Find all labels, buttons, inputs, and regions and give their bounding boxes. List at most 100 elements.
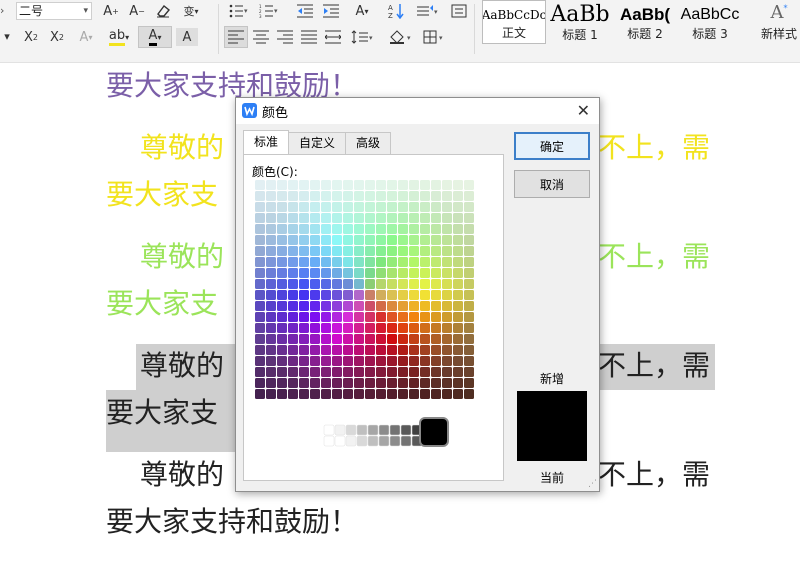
gray-swatch[interactable] [400,424,412,436]
color-swatch[interactable] [387,224,397,234]
color-swatch[interactable] [365,224,375,234]
color-swatch[interactable] [332,356,342,366]
color-swatch[interactable] [420,257,430,267]
color-swatch[interactable] [321,345,331,355]
gray-swatch[interactable] [334,424,346,436]
color-swatch[interactable] [409,180,419,190]
color-swatch[interactable] [299,202,309,212]
color-swatch[interactable] [409,191,419,201]
color-swatch[interactable] [365,202,375,212]
color-swatch[interactable] [453,268,463,278]
color-swatch[interactable] [288,389,298,399]
color-swatch[interactable] [431,389,441,399]
color-swatch[interactable] [288,213,298,223]
color-swatch[interactable] [321,213,331,223]
color-swatch[interactable] [464,235,474,245]
color-swatch[interactable] [288,268,298,278]
color-swatch[interactable] [299,180,309,190]
borders-icon[interactable]: ▾ [420,28,450,46]
color-swatch[interactable] [288,312,298,322]
color-swatch[interactable] [365,301,375,311]
color-swatch[interactable] [354,180,364,190]
color-swatch[interactable] [398,235,408,245]
color-swatch[interactable] [255,356,265,366]
color-swatch[interactable] [420,378,430,388]
color-swatch[interactable] [310,312,320,322]
color-swatch[interactable] [453,279,463,289]
color-swatch[interactable] [398,323,408,333]
color-swatch[interactable] [442,389,452,399]
color-swatch[interactable] [288,246,298,256]
color-swatch[interactable] [321,257,331,267]
gray-swatch[interactable] [367,424,379,436]
color-swatch[interactable] [464,389,474,399]
ok-button[interactable]: 确定 [514,132,590,160]
color-swatch[interactable] [354,334,364,344]
color-swatch[interactable] [343,191,353,201]
highlight-color-icon[interactable]: ab ▾ [104,28,134,46]
color-swatch[interactable] [398,334,408,344]
color-swatch[interactable] [365,323,375,333]
color-swatch[interactable] [376,323,386,333]
gray-swatch[interactable] [378,435,390,447]
color-swatch[interactable] [332,312,342,322]
color-swatch[interactable] [453,224,463,234]
shrink-font-icon[interactable]: A − [126,2,148,20]
color-swatch[interactable] [464,213,474,223]
color-swatch[interactable] [365,235,375,245]
color-swatch[interactable] [398,268,408,278]
color-swatch[interactable] [288,290,298,300]
color-swatch[interactable] [343,246,353,256]
color-swatch[interactable] [431,334,441,344]
color-swatch[interactable] [464,279,474,289]
color-swatch[interactable] [299,246,309,256]
color-swatch[interactable] [354,279,364,289]
color-swatch[interactable] [277,268,287,278]
color-swatch[interactable] [442,224,452,234]
color-swatch[interactable] [343,224,353,234]
color-swatch[interactable] [332,257,342,267]
color-swatch[interactable] [453,378,463,388]
color-swatch[interactable] [354,224,364,234]
align-left-icon[interactable] [224,26,248,48]
color-swatch[interactable] [310,356,320,366]
color-swatch[interactable] [255,323,265,333]
color-swatch[interactable] [464,356,474,366]
color-swatch[interactable] [420,301,430,311]
color-swatch[interactable] [398,312,408,322]
gray-swatch[interactable] [400,435,412,447]
color-swatch[interactable] [431,323,441,333]
color-swatch[interactable] [409,202,419,212]
color-swatch[interactable] [354,246,364,256]
color-swatch[interactable] [387,389,397,399]
color-swatch[interactable] [343,334,353,344]
tab-standard[interactable]: 标准 [243,130,290,154]
color-swatch[interactable] [299,334,309,344]
color-swatch[interactable] [431,202,441,212]
color-swatch[interactable] [321,367,331,377]
color-swatch[interactable] [277,367,287,377]
color-swatch[interactable] [398,180,408,190]
gray-swatch[interactable] [323,435,335,447]
color-swatch[interactable] [277,257,287,267]
color-swatch[interactable] [442,301,452,311]
color-swatch[interactable] [321,378,331,388]
color-swatch[interactable] [288,356,298,366]
color-swatch[interactable] [321,191,331,201]
color-swatch[interactable] [409,213,419,223]
color-swatch[interactable] [420,235,430,245]
color-swatch[interactable] [277,389,287,399]
color-swatch[interactable] [442,246,452,256]
color-swatch[interactable] [332,279,342,289]
color-swatch[interactable] [332,367,342,377]
color-swatch[interactable] [442,367,452,377]
color-swatch[interactable] [310,224,320,234]
paragraph-spacing-icon[interactable]: ▾ [414,2,442,20]
color-swatch[interactable] [299,312,309,322]
color-swatch[interactable] [431,312,441,322]
color-swatch[interactable] [453,180,463,190]
color-swatch[interactable] [431,345,441,355]
color-swatch[interactable] [376,268,386,278]
color-swatch[interactable] [266,235,276,245]
color-swatch[interactable] [409,334,419,344]
